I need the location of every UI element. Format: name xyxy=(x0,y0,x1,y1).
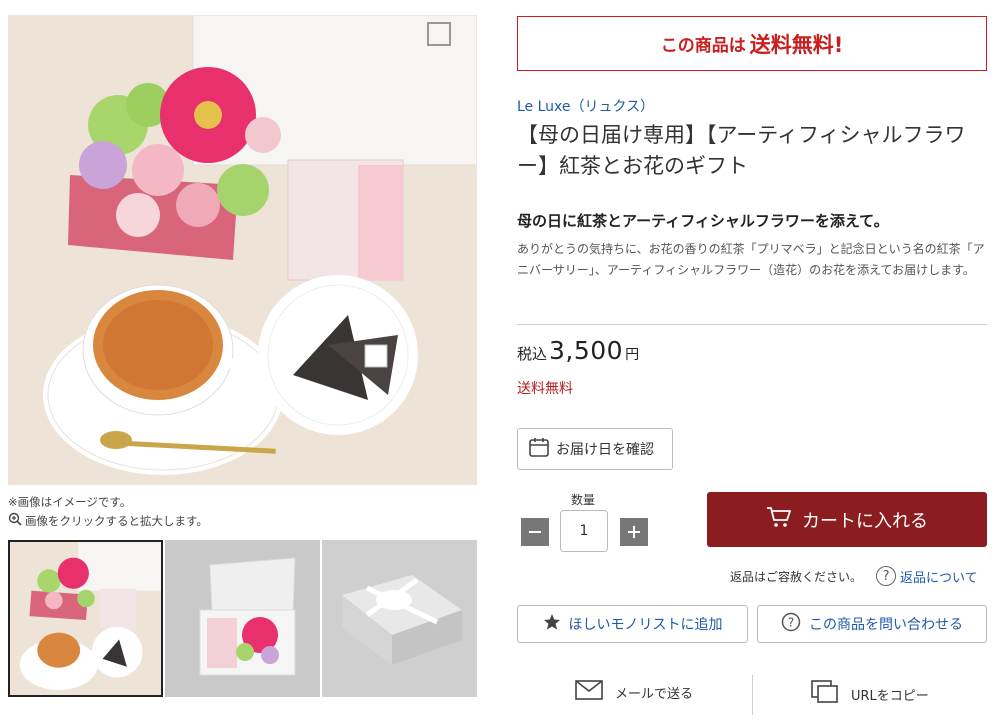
shipping-label: 送料無料 xyxy=(517,381,573,397)
product-title: 【母の日届け専用】【アーティフィシャルフラワー】紅茶とお花のギフト xyxy=(517,123,966,178)
banner-prefix: この商品は xyxy=(660,36,746,56)
star-icon xyxy=(543,613,561,635)
add-to-cart-button[interactable]: カートに入れる xyxy=(707,492,987,547)
zoom-hint-text: 画像をクリックすると拡大します。 xyxy=(25,513,208,528)
quantity-label: 数量 xyxy=(571,493,596,507)
main-product-image[interactable] xyxy=(8,15,477,485)
mail-icon xyxy=(575,680,603,704)
zoom-hint: 画像をクリックすると拡大します。 xyxy=(8,512,208,529)
add-to-cart-label: カートに入れる xyxy=(802,510,928,532)
price: 税込 3,500 円 xyxy=(517,336,639,365)
thumbnail-3[interactable] xyxy=(322,540,477,697)
thumbnail-2[interactable] xyxy=(165,540,320,697)
zoom-in-icon xyxy=(8,512,22,529)
product-subheading: 母の日に紅茶とアーティフィシャルフラワーを添えて。 xyxy=(517,212,889,230)
quantity-increase-button[interactable] xyxy=(620,518,648,546)
question-icon: ? xyxy=(781,612,801,636)
calendar-icon xyxy=(528,436,550,462)
price-currency: 円 xyxy=(625,347,640,363)
free-shipping-banner: この商品は 送料無料! xyxy=(517,16,987,71)
copy-url-label: URLをコピー xyxy=(851,688,929,704)
brand-link[interactable]: Le Luxe（リュクス） xyxy=(517,96,654,116)
share-divider xyxy=(752,675,753,715)
price-value: 3,500 xyxy=(549,336,624,365)
banner-highlight: 送料無料! xyxy=(749,32,844,57)
quantity-input[interactable] xyxy=(560,510,608,552)
add-to-wishlist-button[interactable]: ほしいモノリストに追加 xyxy=(517,605,748,643)
copy-url[interactable]: URLをコピー xyxy=(811,680,929,708)
product-description: ありがとうの気持ちに、お花の香りの紅茶「プリマベラ」と記念日という名の紅茶「アニ… xyxy=(517,242,985,277)
wishlist-label: ほしいモノリストに追加 xyxy=(568,617,723,633)
quantity-decrease-button[interactable] xyxy=(521,518,549,546)
tax-label: 税込 xyxy=(517,345,548,363)
help-icon: ? xyxy=(876,566,897,586)
thumbnail-strip xyxy=(8,540,477,697)
thumbnail-1[interactable] xyxy=(8,540,163,697)
returns-link[interactable]: 返品について xyxy=(900,567,978,586)
divider xyxy=(517,324,987,325)
product-inquiry-button[interactable]: ? この商品を問い合わせる xyxy=(757,605,987,643)
share-by-email[interactable]: メールで送る xyxy=(575,680,693,704)
svg-text:?: ? xyxy=(788,616,794,630)
delivery-date-button[interactable]: お届け日を確認 xyxy=(517,428,673,470)
delivery-date-label: お届け日を確認 xyxy=(556,442,654,458)
returns-info: 返品はご容赦ください。 ? 返品について xyxy=(730,566,978,586)
image-note: ※画像はイメージです。 xyxy=(8,495,132,509)
cart-icon xyxy=(766,505,792,534)
inquiry-label: この商品を問い合わせる xyxy=(809,617,963,633)
returns-note: 返品はご容赦ください。 xyxy=(730,569,863,584)
copy-icon xyxy=(811,680,839,708)
share-mail-label: メールで送る xyxy=(615,686,694,702)
